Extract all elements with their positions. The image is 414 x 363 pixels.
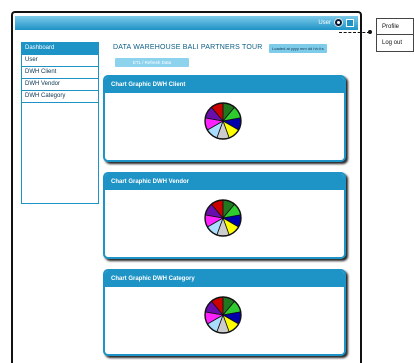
sidebar-item-dwh-vendor[interactable]: DWH Vendor [22, 79, 98, 91]
callout-dot [368, 30, 372, 34]
client-chart-card: Chart Graphic DWH Client [103, 75, 346, 162]
pie-chart [203, 198, 243, 238]
status-badge: Loaded at yyyy mm dd hh:ii:s [269, 44, 327, 53]
app-window: User Dashboard User DWH Client DWH Vendo… [11, 11, 362, 363]
menu-toggle-icon[interactable] [346, 18, 354, 27]
pie-chart [203, 295, 243, 335]
sidebar-item-dwh-category[interactable]: DWH Category [22, 91, 98, 103]
user-avatar-icon[interactable] [334, 18, 343, 27]
card-title: Chart Graphic DWH Category [105, 271, 344, 287]
category-chart-card: Chart Graphic DWH Category [103, 269, 346, 356]
card-title: Chart Graphic DWH Vendor [105, 174, 344, 190]
user-label: User [318, 19, 331, 26]
user-area[interactable]: User [318, 17, 354, 28]
sidebar-item-dashboard[interactable]: Dashboard [22, 43, 98, 55]
menu-item-profile[interactable]: Profile [377, 19, 413, 35]
sidebar-item-user[interactable]: User [22, 55, 98, 67]
refresh-data-button[interactable]: ETL / Refresh Data [115, 58, 189, 67]
menu-item-logout[interactable]: Log out [377, 35, 413, 51]
callout-line [339, 32, 370, 33]
top-bar: User [15, 16, 358, 30]
page-title: DATA WAREHOUSE BALI PARTNERS TOUR [113, 44, 263, 51]
user-dropdown-menu: Profile Log out [376, 18, 414, 52]
vendor-chart-card: Chart Graphic DWH Vendor [103, 172, 346, 259]
sidebar-item-dwh-client[interactable]: DWH Client [22, 67, 98, 79]
card-title: Chart Graphic DWH Client [105, 77, 344, 93]
pie-chart [203, 101, 243, 141]
sidebar: Dashboard User DWH Client DWH Vendor DWH… [21, 42, 99, 204]
